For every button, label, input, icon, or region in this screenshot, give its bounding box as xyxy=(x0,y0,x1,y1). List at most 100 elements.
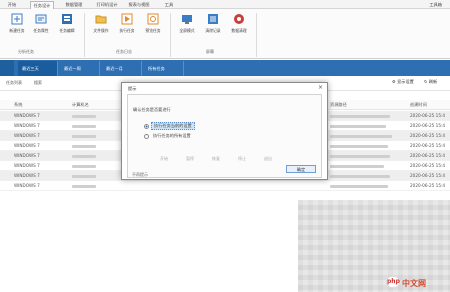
cell-system: WINDOWS 7 xyxy=(14,153,40,158)
clear-records-button[interactable]: 清除记录 xyxy=(200,13,226,47)
cell-computer xyxy=(72,121,96,131)
file-operation-button[interactable]: 文件操作 xyxy=(88,13,114,47)
settings-icon: ⚙ xyxy=(392,79,396,84)
option-label: 执行任务的所有设置 xyxy=(153,133,191,138)
data-cleanup-icon xyxy=(234,14,244,24)
preview-task-label: 预览任务 xyxy=(145,28,161,33)
ribbon: 新建任务 任务属性 任务编辑 分析任务 文件操作 执行任务 预览任务 任务日志 … xyxy=(0,9,450,59)
blurred-region xyxy=(298,200,450,292)
column-header-path[interactable]: 资源路径 xyxy=(330,100,347,110)
refresh-icon: ↻ xyxy=(424,79,428,84)
column-header-computer[interactable]: 计算机名 xyxy=(72,100,89,110)
column-header-time[interactable]: 创建时间 xyxy=(410,100,427,110)
run-task-button[interactable]: 执行任务 xyxy=(114,13,140,47)
ribbon-tab-bar: 开始 任务设计 数据管理 打印机设计 报表与视图 工具 工具箱 xyxy=(0,0,450,9)
dialog-title: 提示 xyxy=(128,86,137,91)
cell-computer xyxy=(72,131,96,141)
fullscreen-button[interactable]: 全屏模式 xyxy=(174,13,200,47)
ribbon-separator xyxy=(170,13,171,57)
clear-records-icon xyxy=(208,14,218,24)
watermark-text: 中文网 xyxy=(402,279,426,288)
cell-computer xyxy=(72,141,96,151)
cell-system: WINDOWS 7 xyxy=(14,183,40,188)
tab-home[interactable]: 开始 xyxy=(6,1,18,9)
tab-reports-views[interactable]: 报表与视图 xyxy=(124,1,154,9)
cell-computer xyxy=(72,151,96,161)
filter-tab-one-week[interactable]: 最近一周 xyxy=(60,61,100,76)
folder-icon xyxy=(95,15,107,24)
task-edit-button[interactable]: 任务编辑 xyxy=(54,13,80,47)
cell-system: WINDOWS 7 xyxy=(14,113,40,118)
monitor-icon xyxy=(182,15,192,24)
group-label-analysis: 分析任务 xyxy=(18,49,34,54)
task-properties-icon xyxy=(35,14,47,24)
radio-selected-icon[interactable] xyxy=(144,123,149,129)
refresh-label: 刷新 xyxy=(428,79,438,84)
cell-path xyxy=(330,111,390,121)
radio-icon[interactable] xyxy=(144,133,149,139)
cell-date: 2020-06-25 15:4 xyxy=(410,183,446,188)
cell-path xyxy=(330,121,386,131)
close-icon[interactable]: × xyxy=(318,84,323,91)
option-label: 执行任务当前的设置 xyxy=(151,122,195,130)
task-edit-icon xyxy=(62,14,72,24)
run-task-icon xyxy=(121,13,133,25)
option-all-settings[interactable]: 执行任务的所有设置 xyxy=(144,133,193,139)
preview-icon xyxy=(147,13,159,25)
cell-computer xyxy=(72,111,96,121)
preview-task-button[interactable]: 预览任务 xyxy=(140,13,166,47)
cell-path xyxy=(330,131,392,141)
filter-tab-one-month[interactable]: 最近一月 xyxy=(102,61,142,76)
tab-printer-design[interactable]: 打印机设计 xyxy=(94,1,120,9)
display-settings-label: 显示设置 xyxy=(397,79,414,84)
search-label[interactable]: 搜索 xyxy=(34,80,42,86)
cell-date: 2020-06-25 15:4 xyxy=(410,173,446,178)
display-settings-button[interactable]: ⚙ 显示设置 xyxy=(392,79,414,85)
toolbox-tab[interactable]: 工具箱 xyxy=(429,1,442,9)
task-list-label: 任务列表 xyxy=(6,80,22,85)
cell-date: 2020-06-25 15:4 xyxy=(410,163,446,168)
dimmed-label: 暂停 xyxy=(186,156,194,161)
cell-date: 2020-06-25 15:4 xyxy=(410,123,446,128)
cell-path xyxy=(330,171,390,181)
cell-path xyxy=(330,151,390,161)
table-row[interactable]: WINDOWS 7 2020-06-25 15:4 xyxy=(0,181,450,191)
tab-task-design[interactable]: 任务设计 xyxy=(30,1,54,9)
dont-ask-again-label[interactable]: 不再提示 xyxy=(132,172,148,178)
filter-tab-all[interactable]: 所有任务 xyxy=(144,61,184,76)
ribbon-separator xyxy=(256,13,257,57)
cell-date: 2020-06-25 15:4 xyxy=(410,133,446,138)
cell-computer xyxy=(72,171,96,181)
cell-path xyxy=(330,181,388,191)
watermark-logo: php xyxy=(386,276,400,288)
option-current-settings[interactable]: 执行任务当前的设置 xyxy=(144,122,195,130)
group-label-task-log: 任务日志 xyxy=(116,49,132,54)
cell-system: WINDOWS 7 xyxy=(14,123,40,128)
tab-tools[interactable]: 工具 xyxy=(162,1,176,9)
dimmed-label: 开始 xyxy=(160,156,168,161)
cell-computer xyxy=(72,181,96,191)
cell-path xyxy=(330,161,384,171)
new-task-icon xyxy=(11,13,23,25)
task-edit-label: 任务编辑 xyxy=(59,28,75,33)
dimmed-label: 恢复 xyxy=(212,156,220,161)
ribbon-separator xyxy=(84,13,85,57)
cell-computer xyxy=(72,161,96,171)
cell-system: WINDOWS 7 xyxy=(14,133,40,138)
dimmed-label: 退出 xyxy=(264,156,272,161)
task-properties-button[interactable]: 任务属性 xyxy=(28,13,54,47)
cell-date: 2020-06-25 15:4 xyxy=(410,143,446,148)
column-header-system[interactable]: 系统 xyxy=(14,100,22,110)
group-label-screen: 屏幕 xyxy=(206,49,214,54)
data-cleanup-label: 数据清理 xyxy=(231,28,247,33)
refresh-button[interactable]: ↻ 刷新 xyxy=(424,79,437,85)
filter-tab-three-days[interactable]: 最近三天 xyxy=(18,61,58,76)
ok-button[interactable]: 确定 xyxy=(286,165,316,173)
cell-system: WINDOWS 7 xyxy=(14,143,40,148)
cell-system: WINDOWS 7 xyxy=(14,163,40,168)
cell-date: 2020-06-25 15:4 xyxy=(410,153,446,158)
tab-data-management[interactable]: 数据管理 xyxy=(62,1,86,9)
cell-path xyxy=(330,141,388,151)
dimmed-label: 停止 xyxy=(238,156,246,161)
data-cleanup-button[interactable]: 数据清理 xyxy=(226,13,252,47)
